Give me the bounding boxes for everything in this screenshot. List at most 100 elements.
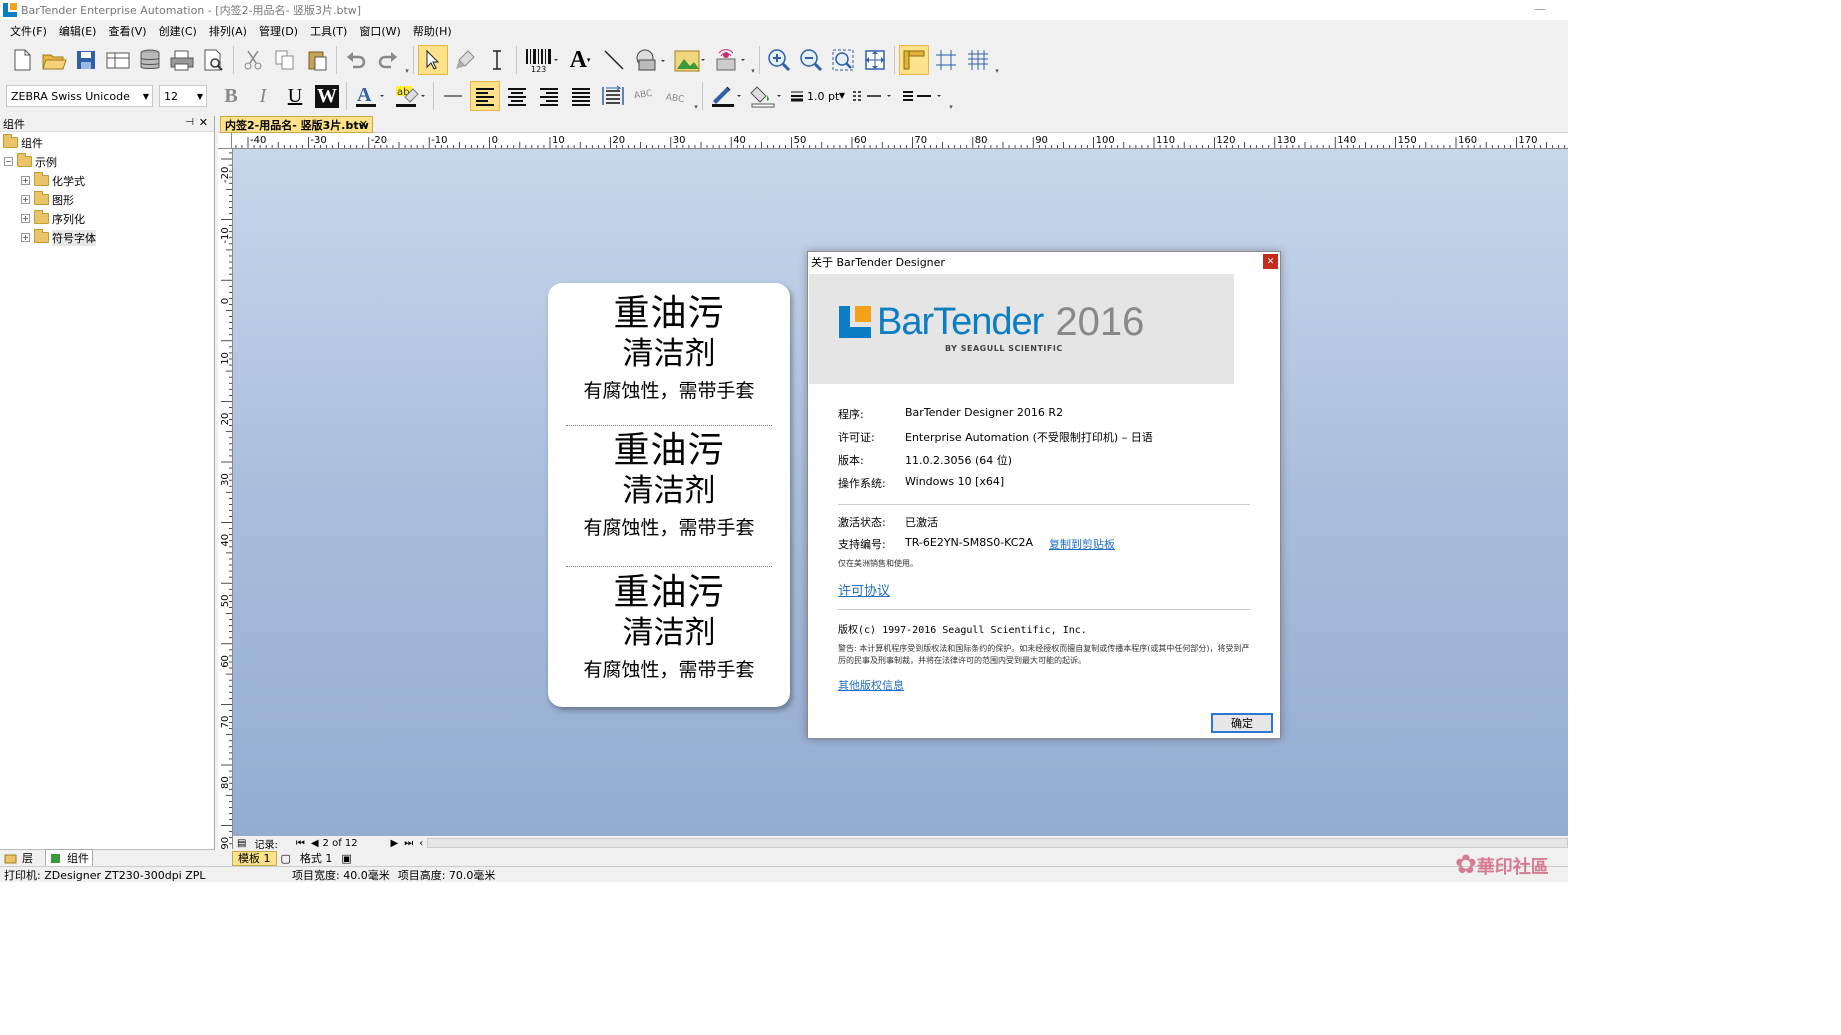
select-pointer-icon[interactable] — [418, 45, 448, 75]
paste-icon[interactable] — [302, 45, 332, 75]
fit-text-icon[interactable] — [598, 81, 628, 111]
label-line-subtitle[interactable]: 清洁剂 — [548, 614, 790, 652]
first-record-icon[interactable]: ⏮ — [296, 838, 305, 849]
highlight-color-icon[interactable]: ab — [391, 81, 429, 111]
record-value[interactable]: 2 of 12 — [323, 838, 383, 849]
fit-page-icon[interactable] — [860, 45, 890, 75]
line-style-icon[interactable] — [438, 81, 468, 111]
document-tab[interactable]: 内签2-用品名- 竖版3片.btw ✕ — [220, 116, 373, 133]
label-line-warning[interactable]: 有腐蚀性，需带手套 — [548, 658, 790, 682]
print-preview-icon[interactable] — [199, 45, 229, 75]
menu-tools[interactable]: 工具(T) — [310, 23, 347, 39]
ruler-toggle-icon[interactable] — [899, 45, 929, 75]
menu-create[interactable]: 创建(C) — [159, 23, 197, 39]
copy-icon[interactable] — [270, 45, 300, 75]
sheet-tab-format[interactable]: 格式 1 — [295, 851, 338, 866]
align-right-icon[interactable] — [534, 81, 564, 111]
last-record-icon[interactable]: ⏭ — [404, 838, 413, 849]
label-line-warning[interactable]: 有腐蚀性，需带手套 — [548, 516, 790, 540]
barcode-tool-icon[interactable]: 123 — [521, 45, 561, 75]
border-style-icon[interactable] — [899, 81, 947, 111]
tree-item-symbol-fonts[interactable]: + 符号字体 — [0, 228, 214, 247]
pin-icon[interactable]: ⊣ — [185, 117, 194, 128]
bold-button[interactable]: B — [216, 81, 246, 111]
redo-icon[interactable] — [373, 45, 403, 75]
format-painter-icon[interactable] — [450, 45, 480, 75]
expand-icon[interactable]: + — [21, 214, 30, 223]
save-icon[interactable] — [71, 45, 101, 75]
other-copyright-link[interactable]: 其他版权信息 — [838, 677, 904, 693]
snap-icon[interactable] — [931, 45, 961, 75]
menu-arrange[interactable]: 排列(A) — [209, 23, 247, 39]
close-icon[interactable]: ✕ — [199, 116, 208, 129]
print-icon[interactable] — [167, 45, 197, 75]
dash-style-icon[interactable] — [849, 81, 897, 111]
font-name-combo[interactable]: ZEBRA Swiss Unicode ▼ — [6, 85, 153, 107]
ok-button[interactable]: 确定 — [1211, 713, 1273, 733]
expand-icon[interactable]: + — [21, 195, 30, 204]
align-left-icon[interactable] — [470, 81, 500, 111]
menu-edit[interactable]: 编辑(E) — [59, 23, 97, 39]
new-file-icon[interactable] — [7, 45, 37, 75]
wordart-button[interactable]: W — [312, 81, 342, 111]
menu-view[interactable]: 查看(V) — [108, 23, 146, 39]
text-cursor-icon[interactable] — [482, 45, 512, 75]
close-icon[interactable]: ✕ — [1263, 254, 1278, 269]
license-agreement-link[interactable]: 许可协议 — [838, 580, 890, 599]
collapse-icon[interactable]: − — [4, 157, 13, 166]
next-record-icon[interactable]: ▶ — [391, 838, 399, 849]
layers-tab[interactable]: 层 — [4, 850, 33, 866]
page-setup-icon[interactable] — [103, 45, 133, 75]
menu-file[interactable]: 文件(F) — [10, 23, 47, 39]
shape-tool-icon[interactable] — [631, 45, 669, 75]
grid-icon[interactable] — [963, 45, 993, 75]
menu-window[interactable]: 窗口(W) — [359, 23, 400, 39]
tree-folder-examples[interactable]: − 示例 — [0, 152, 214, 171]
align-center-icon[interactable] — [502, 81, 532, 111]
align-justify-icon[interactable] — [566, 81, 596, 111]
database-icon[interactable] — [135, 45, 165, 75]
zoom-out-icon[interactable] — [796, 45, 826, 75]
fill-color-icon[interactable] — [747, 81, 785, 111]
text-arc-down-icon[interactable]: ABC — [662, 81, 692, 111]
expand-icon[interactable]: + — [21, 233, 30, 242]
expand-icon[interactable]: + — [21, 176, 30, 185]
label-line-subtitle[interactable]: 清洁剂 — [548, 335, 790, 373]
sheet-tab-template[interactable]: 模板 1 — [232, 850, 277, 866]
scroll-left-icon[interactable]: ‹ — [419, 838, 423, 849]
label-line-warning[interactable]: 有腐蚀性，需带手套 — [548, 379, 790, 403]
menu-administer[interactable]: 管理(D) — [259, 23, 298, 39]
zoom-in-icon[interactable] — [764, 45, 794, 75]
components-tab[interactable]: 组件 — [45, 849, 93, 867]
font-color-icon[interactable]: A — [351, 81, 389, 111]
label-line-title[interactable]: 重油污 — [548, 572, 790, 614]
font-size-combo[interactable]: 12 ▼ — [159, 85, 207, 107]
rfid-tool-icon[interactable] — [711, 45, 749, 75]
copy-to-clipboard-link[interactable]: 复制到剪贴板 — [1049, 536, 1115, 552]
cut-icon[interactable] — [238, 45, 268, 75]
italic-button[interactable]: I — [248, 81, 278, 111]
menu-help[interactable]: 帮助(H) — [413, 23, 452, 39]
picture-tool-icon[interactable] — [671, 45, 709, 75]
minimize-button[interactable]: — — [1534, 2, 1546, 16]
line-color-icon[interactable] — [707, 81, 745, 111]
tree-root[interactable]: 组件 — [0, 133, 214, 152]
text-arc-icon[interactable]: ABC — [630, 81, 660, 111]
label-line-title[interactable]: 重油污 — [548, 293, 790, 335]
line-tool-icon[interactable] — [599, 45, 629, 75]
add-sheet-icon[interactable]: ▣ — [341, 852, 351, 865]
zoom-fit-icon[interactable] — [828, 45, 858, 75]
close-tab-icon[interactable]: ✕ — [359, 118, 368, 131]
tree-item-serialization[interactable]: + 序列化 — [0, 209, 214, 228]
tree-item-shapes[interactable]: + 图形 — [0, 190, 214, 209]
label-template[interactable]: 重油污 清洁剂 有腐蚀性，需带手套 重油污 清洁剂 有腐蚀性，需带手套 重油污 … — [548, 283, 790, 707]
label-line-subtitle[interactable]: 清洁剂 — [548, 472, 790, 510]
label-line-title[interactable]: 重油污 — [548, 430, 790, 472]
line-width-combo[interactable]: 1.0 pt ▼ — [786, 85, 848, 107]
prev-record-icon[interactable]: ◀ — [311, 838, 319, 849]
open-folder-icon[interactable] — [39, 45, 69, 75]
undo-icon[interactable] — [341, 45, 371, 75]
tree-item-chemistry[interactable]: + 化学式 — [0, 171, 214, 190]
horizontal-scrollbar[interactable] — [427, 838, 1568, 848]
underline-button[interactable]: U — [280, 81, 310, 111]
